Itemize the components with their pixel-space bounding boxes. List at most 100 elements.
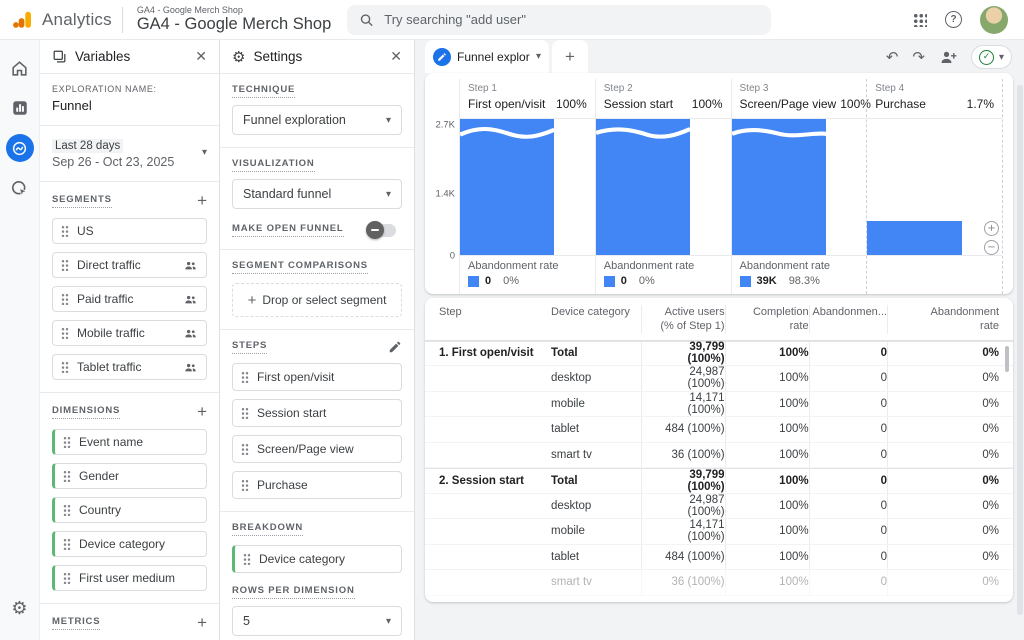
dimension-item[interactable]: Device category <box>52 531 207 557</box>
dimension-item[interactable]: Gender <box>52 463 207 489</box>
drag-handle-icon[interactable] <box>63 572 71 584</box>
drag-handle-icon[interactable] <box>63 538 71 550</box>
apps-grid-icon[interactable] <box>913 13 927 27</box>
exploration-name-value[interactable]: Funnel <box>52 98 207 113</box>
table-row[interactable]: desktop 24,987 (100%) 100% 0 0% <box>425 366 1013 392</box>
cell-active-users: 24,987 (100%) <box>641 494 725 519</box>
nav-advertising[interactable] <box>0 168 40 208</box>
search-bar[interactable] <box>347 5 771 35</box>
header-abandonment[interactable]: Abandonmen... <box>809 305 887 334</box>
drag-handle-icon[interactable] <box>61 259 69 271</box>
zoom-in-button[interactable]: + <box>984 221 999 236</box>
funnel-step-header: Step 3 Screen/Page view 100% <box>732 79 867 119</box>
add-segment-button[interactable]: + <box>197 192 207 209</box>
table-row[interactable]: smart tv 36 (100%) 100% 0 0% <box>425 570 1013 596</box>
search-input[interactable] <box>384 12 759 27</box>
abandonment-cell-empty <box>867 256 1002 294</box>
segment-item[interactable]: US <box>52 218 207 244</box>
nav-admin[interactable]: ⚙ <box>0 588 40 628</box>
dimension-item[interactable]: First user medium <box>52 565 207 591</box>
avatar[interactable] <box>980 6 1008 34</box>
nav-reports[interactable] <box>0 88 40 128</box>
segment-label: Mobile traffic <box>77 326 145 340</box>
drag-handle-icon[interactable] <box>241 407 249 419</box>
drag-handle-icon[interactable] <box>241 371 249 383</box>
edit-steps-pencil-icon[interactable] <box>388 340 402 354</box>
canvas-actions: ↶ ↷ ✓ ▾ <box>886 45 1018 73</box>
rows-per-dimension-select[interactable]: 5 ▾ <box>232 606 402 636</box>
add-metric-button[interactable]: + <box>197 614 207 631</box>
step-item[interactable]: Session start <box>232 399 402 427</box>
segment-item[interactable]: Paid traffic <box>52 286 207 312</box>
table-row[interactable]: desktop 24,987 (100%) 100% 0 0% <box>425 494 1013 520</box>
drag-handle-icon[interactable] <box>63 470 71 482</box>
plus-icon: + <box>248 292 257 309</box>
table-row[interactable]: tablet 484 (100%) 100% 0 0% <box>425 545 1013 571</box>
drag-handle-icon[interactable] <box>63 504 71 516</box>
undo-button[interactable]: ↶ <box>886 50 899 65</box>
header-device-category[interactable]: Device category <box>551 305 641 334</box>
funnel-bar[interactable] <box>596 119 690 255</box>
table-row[interactable]: 2. Session start Total 39,799 (100%) 100… <box>425 468 1013 494</box>
drag-handle-icon[interactable] <box>61 361 69 373</box>
drag-handle-icon[interactable] <box>241 443 249 455</box>
drag-handle-icon[interactable] <box>61 225 69 237</box>
property-switcher[interactable]: GA4 - Google Merch Shop GA4 - Google Mer… <box>137 5 331 34</box>
segment-item[interactable]: Direct traffic <box>52 252 207 278</box>
cell-device: Total <box>551 475 641 487</box>
nav-explore[interactable] <box>0 128 40 168</box>
visualization-select[interactable]: Standard funnel ▾ <box>232 179 402 209</box>
table-row[interactable]: smart tv 36 (100%) 100% 0 0% <box>425 443 1013 469</box>
header-abandonment-rate[interactable]: Abandonment rate <box>887 305 999 334</box>
tab-badge <box>433 48 451 66</box>
step-item[interactable]: First open/visit <box>232 363 402 391</box>
cell-completion-rate: 100% <box>725 519 809 544</box>
add-dimension-button[interactable]: + <box>197 403 207 420</box>
segment-item[interactable]: Mobile traffic <box>52 320 207 346</box>
zoom-out-button[interactable]: − <box>984 240 999 255</box>
gear-icon: ⚙ <box>232 48 245 66</box>
nav-home[interactable] <box>0 48 40 88</box>
table-row[interactable]: tablet 484 (100%) 100% 0 0% <box>425 417 1013 443</box>
drag-handle-icon[interactable] <box>61 327 69 339</box>
cell-abandonment-rate: 0% <box>887 469 999 493</box>
funnel-columns: Step 1 First open/visit 100% <box>459 79 1003 294</box>
header-completion-rate[interactable]: Completion rate <box>725 305 809 334</box>
open-funnel-toggle[interactable] <box>368 224 396 237</box>
step-item[interactable]: Screen/Page view <box>232 435 402 463</box>
drag-handle-icon[interactable] <box>61 293 69 305</box>
table-scrollbar[interactable] <box>1005 346 1009 372</box>
table-row[interactable]: mobile 14,171 (100%) 100% 0 0% <box>425 519 1013 545</box>
table-row[interactable]: mobile 14,171 (100%) 100% 0 0% <box>425 392 1013 418</box>
settings-close-icon[interactable]: ✕ <box>390 49 402 65</box>
technique-select[interactable]: Funnel exploration ▾ <box>232 105 402 135</box>
funnel-bar[interactable] <box>867 221 961 255</box>
dimension-item[interactable]: Event name <box>52 429 207 455</box>
new-tab-button[interactable]: + <box>552 40 588 73</box>
help-icon[interactable]: ? <box>945 11 962 28</box>
analytics-logo[interactable]: Analytics <box>0 9 122 31</box>
share-person-add-icon[interactable] <box>939 48 957 66</box>
drag-handle-icon[interactable] <box>243 553 251 565</box>
funnel-bar[interactable] <box>732 119 826 255</box>
variables-close-icon[interactable]: ✕ <box>195 49 207 65</box>
segment-item[interactable]: Tablet traffic <box>52 354 207 380</box>
variables-icon <box>52 49 67 64</box>
tab-funnel-exploration[interactable]: Funnel explor... ▾ <box>425 40 549 73</box>
table-row[interactable]: 1. First open/visit Total 39,799 (100%) … <box>425 341 1013 367</box>
drag-handle-icon[interactable] <box>63 436 71 448</box>
dimension-item[interactable]: Country <box>52 497 207 523</box>
drag-handle-icon[interactable] <box>241 479 249 491</box>
abandonment-rate: 0% <box>639 275 655 287</box>
header-active-users[interactable]: Active users (% of Step 1) <box>641 305 725 334</box>
save-status-button[interactable]: ✓ ▾ <box>971 45 1012 69</box>
breakdown-item[interactable]: Device category <box>232 545 402 573</box>
header-step[interactable]: Step <box>439 305 551 334</box>
step-item[interactable]: Purchase <box>232 471 402 499</box>
funnel-bar[interactable] <box>460 119 554 255</box>
window-scrollbar[interactable] <box>1017 85 1023 615</box>
segments-label: SEGMENTS <box>52 194 112 208</box>
segment-drop-zone[interactable]: + Drop or select segment <box>232 283 402 317</box>
date-range-picker[interactable]: Last 28 days Sep 26 - Oct 23, 2025 ▾ <box>52 136 207 169</box>
redo-button[interactable]: ↷ <box>912 50 925 65</box>
